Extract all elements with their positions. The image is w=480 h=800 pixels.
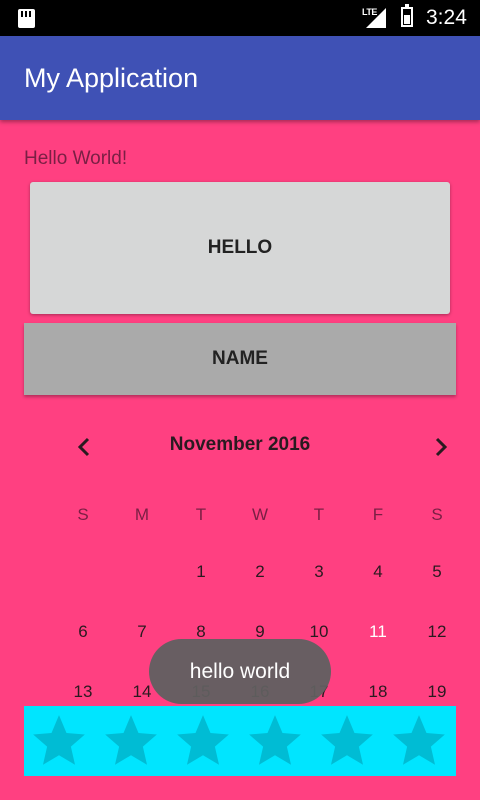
rating-star-icon[interactable]	[244, 710, 306, 772]
calendar-day[interactable]: 19	[417, 682, 457, 702]
weekday-label: T	[195, 505, 207, 524]
hello-button[interactable]: HELLO	[30, 182, 450, 314]
calendar-day[interactable]: 7	[122, 622, 162, 642]
sd-card-icon	[18, 9, 35, 28]
calendar-day[interactable]: 3	[299, 562, 339, 582]
calendar-day[interactable]: 11	[358, 622, 398, 642]
calendar-day[interactable]: 13	[63, 682, 103, 702]
rating-bar[interactable]	[24, 706, 456, 776]
weekday-label: S	[431, 505, 443, 524]
rating-star-icon[interactable]	[388, 710, 450, 772]
calendar-day[interactable]: 2	[240, 562, 280, 582]
weekday-label: S	[77, 505, 89, 524]
app-bar: My Application	[0, 36, 480, 120]
calendar-day[interactable]: 18	[358, 682, 398, 702]
app-title: My Application	[24, 63, 199, 93]
next-month-icon[interactable]	[424, 430, 458, 464]
calendar-day[interactable]: 4	[358, 562, 398, 582]
rating-star-icon[interactable]	[172, 710, 234, 772]
signal-icon	[366, 8, 386, 28]
greeting-text: Hello World!	[24, 148, 128, 169]
rating-star-icon[interactable]	[316, 710, 378, 772]
toast-message: hello world	[149, 639, 331, 704]
previous-month-icon[interactable]	[68, 430, 102, 464]
clock: 3:24	[426, 6, 467, 29]
calendar-header: November 2016	[0, 430, 480, 464]
calendar-day[interactable]: 12	[417, 622, 457, 642]
battery-icon	[401, 4, 413, 27]
calendar-day[interactable]: 1	[181, 562, 221, 582]
name-button[interactable]: NAME	[24, 323, 456, 395]
rating-star-icon[interactable]	[28, 710, 90, 772]
status-bar: LTE 3:24	[0, 0, 480, 36]
calendar-day[interactable]: 6	[63, 622, 103, 642]
calendar-day[interactable]: 5	[417, 562, 457, 582]
calendar-month-label: November 2016	[169, 434, 311, 455]
weekday-label: W	[251, 505, 269, 524]
weekday-label: M	[134, 505, 150, 524]
rating-star-icon[interactable]	[100, 710, 162, 772]
weekday-label: T	[313, 505, 325, 524]
weekday-label: F	[372, 505, 384, 524]
